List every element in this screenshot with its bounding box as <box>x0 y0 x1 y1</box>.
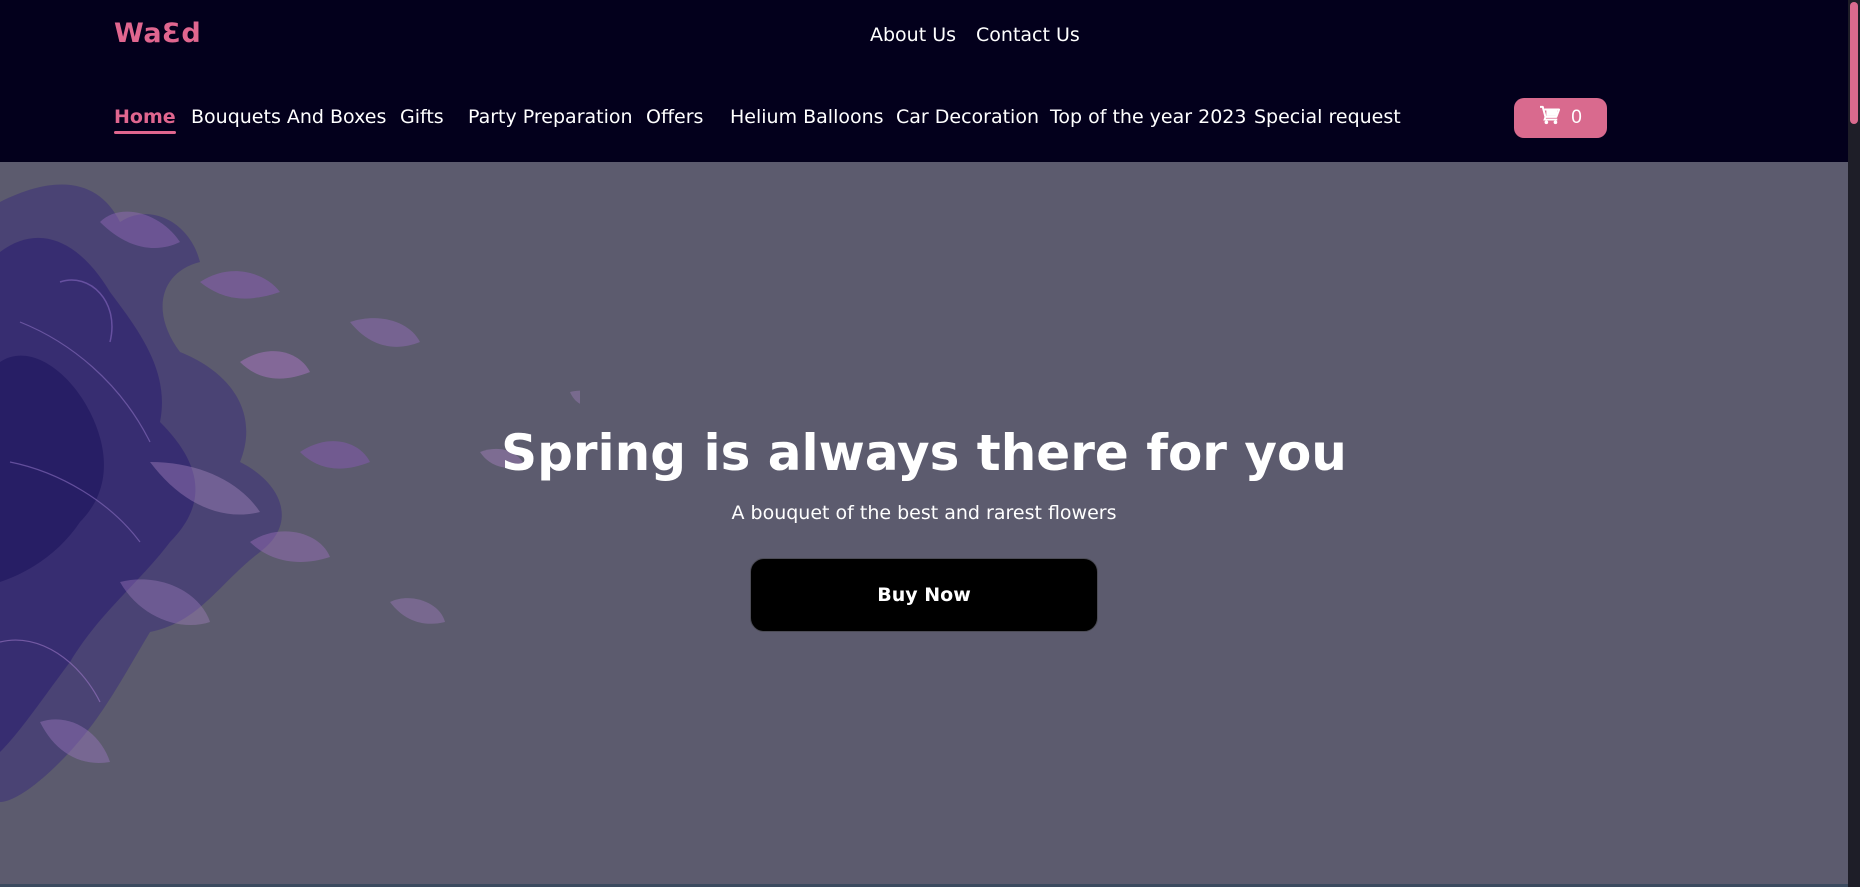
nav-item-bouquets-and-boxes[interactable]: Bouquets And Boxes <box>191 106 386 128</box>
scrollbar[interactable] <box>1848 0 1860 887</box>
nav-item-helium-balloons[interactable]: Helium Balloons <box>730 106 884 128</box>
nav-item-special-request[interactable]: Special request <box>1254 106 1401 128</box>
hero-section: Spring is always there for you A bouquet… <box>0 162 1848 887</box>
nav-item-party-preparation[interactable]: Party Preparation <box>468 106 633 128</box>
nav-item-offers[interactable]: Offers <box>646 106 703 128</box>
flower-illustration <box>0 184 580 803</box>
logo[interactable]: WaƐd <box>114 18 201 49</box>
about-us-link[interactable]: About Us <box>870 24 956 46</box>
scrollbar-thumb[interactable] <box>1850 2 1858 124</box>
cart-button[interactable]: 0 <box>1514 98 1607 138</box>
top-links: About Us Contact Us <box>870 24 1080 46</box>
site-header: WaƐd About Us Contact Us Home Bouquets A… <box>0 0 1848 162</box>
hero-title: Spring is always there for you <box>501 424 1347 482</box>
nav-item-gifts[interactable]: Gifts <box>400 106 444 128</box>
nav-item-car-decoration[interactable]: Car Decoration <box>896 106 1039 128</box>
contact-us-link[interactable]: Contact Us <box>976 24 1080 46</box>
nav-item-top-of-the-year[interactable]: Top of the year 2023 <box>1050 106 1246 128</box>
page: WaƐd About Us Contact Us Home Bouquets A… <box>0 0 1848 887</box>
nav-item-home[interactable]: Home <box>114 106 176 134</box>
cart-count: 0 <box>1571 107 1582 128</box>
buy-now-button[interactable]: Buy Now <box>750 558 1098 632</box>
cart-icon <box>1539 105 1561 131</box>
hero-subtitle: A bouquet of the best and rarest flowers <box>731 502 1117 524</box>
